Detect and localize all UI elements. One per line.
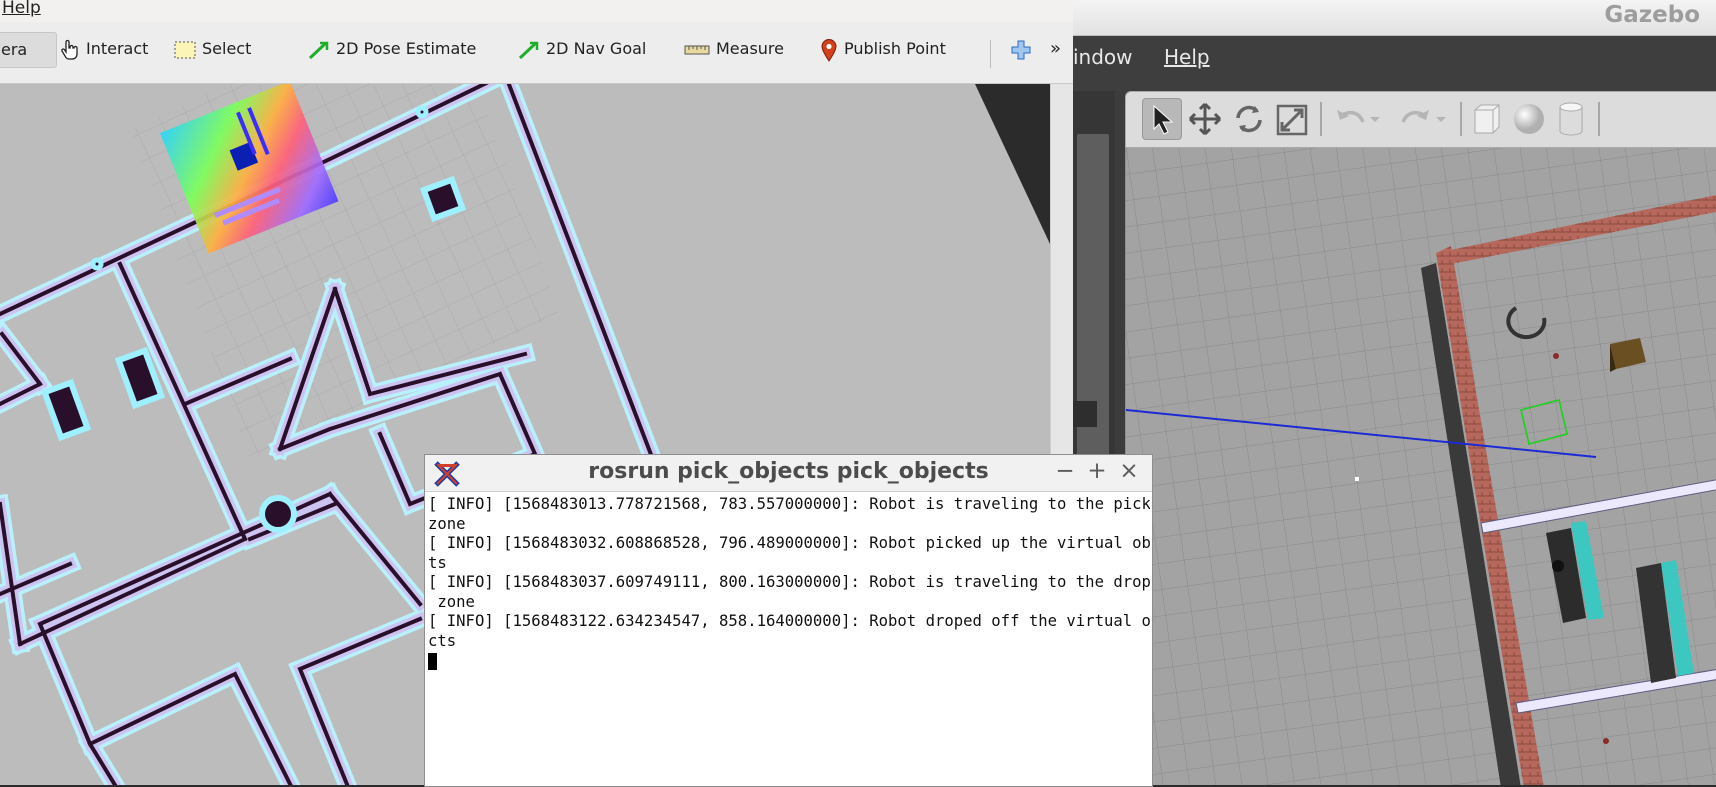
chevron-down-icon <box>1436 117 1446 122</box>
tool-publish-point-label: Publish Point <box>844 39 946 58</box>
plus-icon <box>1011 40 1031 59</box>
box-icon <box>1474 104 1500 134</box>
gz-toolbar-separator <box>1598 102 1600 136</box>
close-icon: × <box>1119 458 1139 484</box>
terminal-title: rosrun pick_objects pick_objects <box>588 459 989 484</box>
terminal-line: ts <box>428 553 447 572</box>
ruler-icon <box>684 45 710 54</box>
tool-2d-nav-goal-label: 2D Nav Goal <box>546 39 647 58</box>
tool-select-label: Select <box>202 39 252 58</box>
terminal-line: [ INFO] [1568483013.778721568, 783.55700… <box>428 495 1150 513</box>
terminal-window: rosrun pick_objects pick_objects − + × [… <box>424 454 1153 787</box>
red-marker <box>1553 353 1559 359</box>
tool-interact[interactable]: Interact <box>54 32 154 66</box>
gazebo-menubar: indow Help <box>1073 36 1716 91</box>
tool-move-camera-label: era <box>1 40 28 59</box>
gazebo-window: Gazebo indow Help <box>1073 0 1716 785</box>
gazebo-3d-scene[interactable] <box>1125 148 1716 785</box>
redo-icon <box>1401 110 1429 123</box>
gz-toolbar-separator <box>1460 102 1462 136</box>
black-object <box>1552 560 1564 572</box>
minimize-button[interactable]: − <box>1052 458 1078 484</box>
terminal-prompt-line <box>428 651 1150 671</box>
terminal-output[interactable]: [ INFO] [1568483013.778721568, 783.55700… <box>428 495 1150 786</box>
green-arrow-icon <box>518 41 539 59</box>
white-marker <box>1355 477 1359 481</box>
gazebo-window-title: Gazebo <box>1604 2 1700 28</box>
map-pin-icon <box>821 38 837 62</box>
move-arrows-icon <box>1188 102 1222 136</box>
terminal-line: [ INFO] [1568483032.608868528, 796.48900… <box>428 534 1150 552</box>
gz-menu-help-label: Help <box>1164 45 1210 69</box>
gazebo-toolbar <box>1125 91 1716 148</box>
tool-publish-point[interactable]: Publish Point <box>814 32 952 66</box>
gz-scale-button[interactable] <box>1272 98 1312 140</box>
select-box-icon <box>174 41 196 58</box>
tool-measure[interactable]: Measure <box>678 32 790 66</box>
maximize-button[interactable]: + <box>1084 458 1110 484</box>
gz-translate-button[interactable] <box>1185 98 1225 140</box>
gz-redo-button[interactable] <box>1395 98 1435 140</box>
gz-undo-dropdown[interactable] <box>1365 98 1385 140</box>
toolbar-overflow-label: » <box>1050 38 1062 59</box>
rviz-menubar: Help <box>0 0 1073 22</box>
gz-cylinder-shape-button[interactable] <box>1551 98 1591 140</box>
toolbar-separator <box>990 40 991 68</box>
rviz-toolbar: era Interact Select 2D Pose Estimate 2D … <box>0 22 1073 84</box>
green-arrow-icon <box>308 41 329 59</box>
gz-menu-window-label: indow <box>1073 45 1133 69</box>
terminal-line: cts <box>428 631 457 650</box>
chevron-down-icon <box>1370 117 1380 122</box>
gz-select-mode-button[interactable] <box>1142 98 1182 140</box>
minimize-icon: − <box>1055 458 1075 484</box>
tool-select[interactable]: Select <box>168 32 257 66</box>
cursor-arrow-icon <box>1153 104 1174 135</box>
gazebo-world-render <box>1126 148 1716 785</box>
tool-2d-nav-goal[interactable]: 2D Nav Goal <box>512 32 652 66</box>
gz-toolbar-separator <box>1320 102 1322 136</box>
terminal-line: zone <box>428 514 466 533</box>
tool-interact-label: Interact <box>86 39 149 58</box>
tool-2d-pose-estimate-label: 2D Pose Estimate <box>336 39 477 58</box>
rotate-icon <box>1236 105 1262 133</box>
tool-measure-label: Measure <box>716 39 784 58</box>
gz-box-shape-button[interactable] <box>1467 98 1507 140</box>
red-marker <box>1603 738 1609 744</box>
gazebo-titlebar: Gazebo <box>1073 0 1716 36</box>
toolbar-overflow-button[interactable]: » <box>1044 32 1067 66</box>
gz-redo-dropdown[interactable] <box>1431 98 1451 140</box>
menu-help-label: Help <box>2 0 41 18</box>
unknown-region <box>975 84 1050 244</box>
add-tool-button[interactable] <box>1005 32 1043 66</box>
tool-move-camera[interactable]: era <box>0 32 57 68</box>
close-button[interactable]: × <box>1116 458 1142 484</box>
cylinder-icon <box>1559 102 1583 136</box>
tool-2d-pose-estimate[interactable]: 2D Pose Estimate <box>302 32 482 66</box>
scale-icon <box>1276 104 1308 136</box>
gazebo-panel-toggle[interactable] <box>1073 401 1097 427</box>
gz-menu-window[interactable]: indow <box>1073 45 1133 69</box>
terminal-line: zone <box>428 592 475 611</box>
gz-menu-help[interactable]: Help <box>1164 45 1210 69</box>
terminal-cursor <box>428 653 437 670</box>
gz-sphere-shape-button[interactable] <box>1509 98 1549 140</box>
sphere-icon <box>1514 104 1544 134</box>
terminal-line: [ INFO] [1568483037.609749111, 800.16300… <box>428 573 1150 591</box>
terminal-titlebar[interactable]: rosrun pick_objects pick_objects − + × <box>425 455 1152 492</box>
gz-rotate-button[interactable] <box>1229 98 1269 140</box>
terminal-line: [ INFO] [1568483122.634234547, 858.16400… <box>428 612 1150 630</box>
menu-help[interactable]: Help <box>2 0 41 18</box>
maximize-icon: + <box>1087 458 1107 484</box>
hand-pointer-icon <box>61 39 78 60</box>
